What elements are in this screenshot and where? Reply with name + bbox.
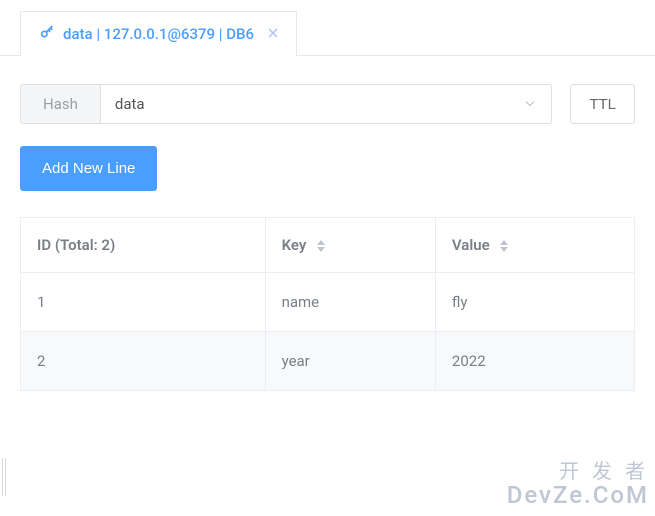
key-select[interactable]: data xyxy=(101,84,552,124)
table-row[interactable]: 2 year 2022 xyxy=(21,332,635,391)
action-row: Add New Line xyxy=(0,124,655,191)
cell-value: 2022 xyxy=(435,332,634,391)
sort-icon xyxy=(316,240,326,252)
tab-bar: data | 127.0.0.1@6379 | DB6 xyxy=(0,0,655,56)
key-column-header[interactable]: Key xyxy=(265,218,435,273)
key-icon xyxy=(39,24,55,44)
cell-value: fly xyxy=(435,273,634,332)
left-handle[interactable] xyxy=(2,458,6,496)
type-badge: Hash xyxy=(20,84,101,124)
cell-key: year xyxy=(265,332,435,391)
id-column-header[interactable]: ID (Total: 2) xyxy=(21,218,266,273)
chevron-down-icon xyxy=(523,95,537,113)
table-row[interactable]: 1 name fly xyxy=(21,273,635,332)
cell-id: 2 xyxy=(21,332,266,391)
sort-icon xyxy=(499,240,509,252)
add-new-line-button[interactable]: Add New Line xyxy=(20,146,157,191)
watermark: 开 发 者 DevZe.CoM xyxy=(507,460,649,508)
cell-key: name xyxy=(265,273,435,332)
key-select-value: data xyxy=(115,95,145,113)
hash-table: ID (Total: 2) Key Value xyxy=(0,191,655,391)
cell-id: 1 xyxy=(21,273,266,332)
controls-row: Hash data TTL xyxy=(0,56,655,124)
tab-label: data | 127.0.0.1@6379 | DB6 xyxy=(63,25,254,43)
value-column-header[interactable]: Value xyxy=(435,218,634,273)
ttl-button[interactable]: TTL xyxy=(570,84,635,124)
close-icon[interactable] xyxy=(268,26,278,42)
tab-active[interactable]: data | 127.0.0.1@6379 | DB6 xyxy=(20,11,297,56)
